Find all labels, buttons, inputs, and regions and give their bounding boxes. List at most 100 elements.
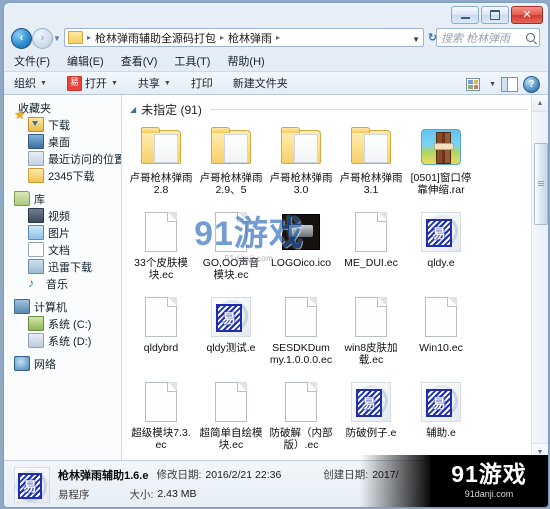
- breadcrumb-item-0[interactable]: 枪林弹雨辅助全源码打包: [93, 30, 218, 46]
- file-item[interactable]: 33个皮肤模块.ec: [126, 206, 196, 291]
- file-icon: [281, 125, 321, 169]
- file-item[interactable]: 卢哥枪林弹雨2.9、5: [196, 121, 266, 206]
- blank-document-icon: [425, 297, 457, 337]
- sidebar-item-documents[interactable]: 文档: [4, 241, 121, 258]
- vertical-scrollbar[interactable]: ▲ ▼: [531, 95, 548, 460]
- watermark-badge: 91游戏 91danji.com: [430, 455, 548, 507]
- e-program-icon: 易: [14, 467, 50, 503]
- address-bar[interactable]: ▸ 枪林弹雨辅助全源码打包 ▸ 枪林弹雨 ▸ ▼: [64, 28, 424, 47]
- blank-document-icon: [285, 382, 317, 422]
- sidebar-item-drive-d[interactable]: 系统 (D:): [4, 332, 121, 349]
- sidebar-item-favorites[interactable]: ★ 收藏夹: [4, 99, 121, 121]
- forward-button[interactable]: ›: [32, 28, 53, 49]
- close-button[interactable]: ✕: [511, 6, 543, 24]
- file-name-label: qldy测试.e: [206, 342, 256, 354]
- sidebar-item-recent-places[interactable]: 最近访问的位置: [4, 150, 121, 167]
- file-item[interactable]: 超简单自绘模块.ec: [196, 376, 266, 460]
- file-icon: 易: [421, 210, 461, 254]
- file-item[interactable]: 卢哥枪林弹雨3.1: [336, 121, 406, 206]
- address-dropdown-icon[interactable]: ▼: [412, 35, 420, 44]
- blank-document-icon: [355, 212, 387, 252]
- change-view-icon[interactable]: [466, 77, 481, 91]
- computer-icon: [14, 299, 30, 314]
- sidebar-item-music[interactable]: ♪ 音乐: [4, 275, 121, 292]
- sidebar-item-label: 系统 (D:): [48, 335, 92, 348]
- file-type-value: 易程序: [58, 488, 90, 501]
- sidebar-item-2345-download[interactable]: 2345下载: [4, 167, 121, 184]
- back-button[interactable]: ‹: [11, 28, 32, 49]
- file-name-label: Win10.ec: [419, 342, 463, 354]
- help-icon[interactable]: ?: [523, 75, 540, 93]
- blank-document-icon: [145, 212, 177, 252]
- sidebar-item-label: 系统 (C:): [48, 318, 92, 331]
- file-name-label: 防破例子.e: [345, 427, 397, 439]
- file-item[interactable]: GO,OO声音模块.ec: [196, 206, 266, 291]
- sidebar-item-computer[interactable]: 计算机: [4, 298, 121, 315]
- folder-icon: [68, 31, 83, 44]
- file-item[interactable]: 易 qldy测试.e: [196, 291, 266, 376]
- group-header[interactable]: ◢ 未指定 (91): [130, 101, 528, 117]
- sidebar-item-libraries[interactable]: 库: [4, 190, 121, 207]
- open-button[interactable]: 易 打开 ▼: [66, 75, 118, 91]
- chevron-down-icon[interactable]: ▼: [489, 81, 496, 88]
- file-item[interactable]: 易辅助.e: [406, 376, 476, 460]
- file-item[interactable]: ME_DUI.ec: [336, 206, 406, 291]
- file-name-label: [0501]窗口停靠伸缩.rar: [410, 172, 472, 196]
- maximize-button[interactable]: [481, 6, 509, 24]
- minimize-button[interactable]: [451, 6, 479, 24]
- scrollbar-thumb[interactable]: [534, 143, 548, 225]
- explorer-content: ★ 收藏夹 下载 桌面 最近访问的位置 2345下载 库 视频 图片 文档 迅雷…: [4, 95, 548, 460]
- sidebar-item-network[interactable]: 网络: [4, 355, 121, 372]
- desktop-icon: [28, 134, 44, 149]
- file-item[interactable]: 防破解（内部版）.ec: [266, 376, 336, 460]
- system-drive-icon: [28, 316, 44, 331]
- chevron-down-icon: ▼: [163, 79, 171, 87]
- file-icon: 易: [421, 380, 461, 424]
- file-list-pane[interactable]: ◢ 未指定 (91) 卢哥枪林弹雨2.8 卢哥枪林弹雨2.9、5 卢哥枪林弹雨3.0…: [122, 95, 548, 460]
- menu-view[interactable]: 查看(V): [121, 53, 158, 69]
- breadcrumb-item-1[interactable]: 枪林弹雨: [226, 30, 274, 46]
- nav-group-libraries: 库 视频 图片 文档 迅雷下载 ♪ 音乐: [4, 190, 121, 292]
- file-item[interactable]: LOGOico.ico: [266, 206, 336, 291]
- organize-button[interactable]: 组织 ▼: [14, 75, 47, 91]
- scroll-up-button[interactable]: ▲: [532, 95, 548, 112]
- folder-icon: [351, 127, 391, 164]
- file-item[interactable]: 易 qldy.e: [406, 206, 476, 291]
- sidebar-item-thunder-download[interactable]: 迅雷下载: [4, 258, 121, 275]
- collapse-triangle-icon[interactable]: ◢: [130, 105, 136, 114]
- menu-help[interactable]: 帮助(H): [227, 53, 264, 69]
- preview-pane-icon[interactable]: [501, 76, 518, 92]
- new-folder-button[interactable]: 新建文件夹: [233, 75, 288, 91]
- file-item[interactable]: win8皮肤加载.ec: [336, 291, 406, 376]
- sidebar-item-pictures[interactable]: 图片: [4, 224, 121, 241]
- sidebar-item-desktop[interactable]: 桌面: [4, 133, 121, 150]
- recent-pages-chevron-icon[interactable]: ▼: [53, 34, 61, 43]
- blank-document-icon: [215, 382, 247, 422]
- print-button[interactable]: 打印: [191, 75, 213, 91]
- picture-icon: [28, 225, 44, 240]
- search-placeholder: 搜索 枪林弹雨: [441, 32, 511, 45]
- file-item[interactable]: 超级模块7.3.ec: [126, 376, 196, 460]
- file-item[interactable]: 卢哥枪林弹雨2.8: [126, 121, 196, 206]
- sidebar-item-label: 网络: [34, 358, 56, 371]
- file-icon: [141, 380, 181, 424]
- file-icon: 易: [211, 295, 251, 339]
- file-item[interactable]: [0501]窗口停靠伸缩.rar: [406, 121, 476, 206]
- sidebar-item-drive-c[interactable]: 系统 (C:): [4, 315, 121, 332]
- file-item[interactable]: SESDKDummy.1.0.0.0.ec: [266, 291, 336, 376]
- size-label: 大小:: [129, 488, 154, 501]
- file-item[interactable]: qldybrd: [126, 291, 196, 376]
- file-item[interactable]: 卢哥枪林弹雨3.0: [266, 121, 336, 206]
- share-button[interactable]: 共享 ▼: [138, 75, 171, 91]
- file-item[interactable]: 易防破例子.e: [336, 376, 406, 460]
- file-item[interactable]: Win10.ec: [406, 291, 476, 376]
- sidebar-item-videos[interactable]: 视频: [4, 207, 121, 224]
- menu-edit[interactable]: 编辑(E): [67, 53, 104, 69]
- sidebar-item-label: 视频: [48, 210, 70, 223]
- download-icon: [28, 117, 44, 132]
- search-input[interactable]: 搜索 枪林弹雨: [436, 28, 540, 47]
- file-name-label: qldy.e: [427, 257, 455, 269]
- menu-file[interactable]: 文件(F): [14, 53, 50, 69]
- menu-tools[interactable]: 工具(T): [174, 53, 210, 69]
- command-toolbar: 组织 ▼ 易 打开 ▼ 共享 ▼ 打印 新建文件夹 ▼ ?: [4, 71, 548, 95]
